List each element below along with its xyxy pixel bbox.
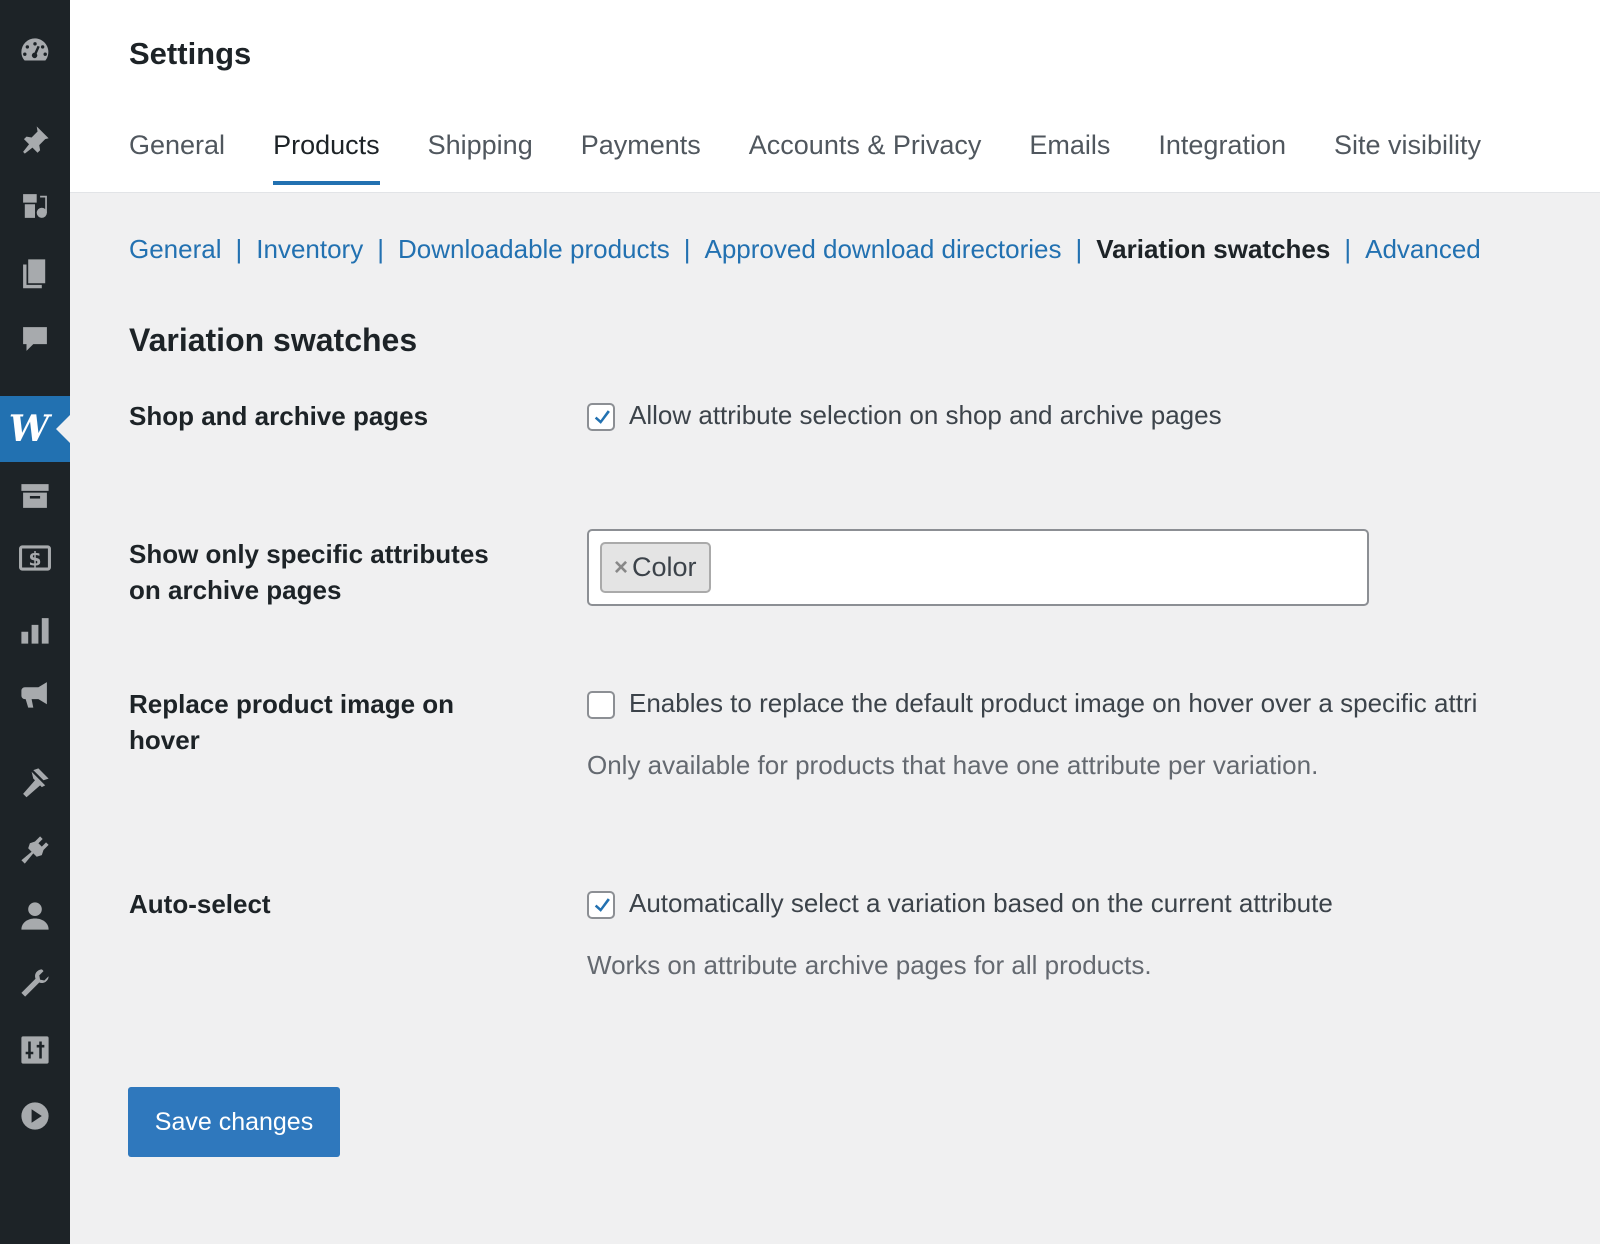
save-changes-button[interactable]: Save changes bbox=[128, 1087, 340, 1157]
auto-select-label: Auto-select bbox=[129, 889, 271, 919]
subnav-separator: | bbox=[1344, 234, 1352, 264]
auto-select-field: Automatically select a variation based o… bbox=[587, 888, 1333, 920]
subnav-advanced[interactable]: Advanced bbox=[1365, 234, 1481, 264]
appearance-icon[interactable] bbox=[0, 752, 70, 812]
svg-text:$: $ bbox=[28, 550, 41, 571]
tools-icon[interactable] bbox=[0, 953, 70, 1013]
replace-image-label: Replace product image on hover bbox=[129, 686, 454, 758]
chip-label: Color bbox=[632, 552, 697, 582]
subnav-general[interactable]: General bbox=[129, 234, 222, 264]
replace-image-label-line2: hover bbox=[129, 725, 200, 755]
tab-general[interactable]: General bbox=[129, 130, 225, 185]
subnav-separator: | bbox=[683, 234, 691, 264]
media-icon[interactable] bbox=[0, 176, 70, 236]
auto-select-checkbox-label: Automatically select a variation based o… bbox=[629, 888, 1333, 918]
replace-image-checkbox-label: Enables to replace the default product i… bbox=[629, 688, 1478, 718]
pages-icon[interactable] bbox=[0, 243, 70, 303]
subnav-approved-download-directories[interactable]: Approved download directories bbox=[704, 234, 1061, 264]
specific-attributes-label-line2: on archive pages bbox=[129, 575, 342, 605]
section-subnav: General | Inventory | Downloadable products |… bbox=[129, 234, 1481, 265]
section-title: Variation swatches bbox=[129, 322, 418, 358]
replace-image-label-line1: Replace product image on bbox=[129, 689, 455, 719]
auto-select-checkbox[interactable] bbox=[587, 891, 615, 920]
tab-site-visibility[interactable]: Site visibility bbox=[1334, 130, 1481, 185]
shop-archive-field: Allow attribute selection on shop and ar… bbox=[587, 400, 1222, 432]
settings-sliders-icon[interactable] bbox=[0, 1020, 70, 1080]
selected-attribute-chip: × Color bbox=[600, 542, 711, 593]
admin-sidebar: W $ bbox=[0, 0, 70, 1244]
tab-products[interactable]: Products bbox=[273, 130, 380, 185]
settings-tabs: General Products Shipping Payments Accou… bbox=[129, 130, 1529, 185]
tab-integration[interactable]: Integration bbox=[1158, 130, 1286, 185]
dashboard-icon[interactable] bbox=[0, 22, 70, 82]
subnav-variation-swatches: Variation swatches bbox=[1096, 234, 1331, 264]
archive-icon[interactable] bbox=[0, 466, 70, 526]
tab-accounts-privacy[interactable]: Accounts & Privacy bbox=[749, 130, 982, 185]
checkmark-icon bbox=[594, 410, 610, 424]
checkmark-icon bbox=[594, 898, 610, 912]
pin-icon[interactable] bbox=[0, 110, 70, 170]
subnav-separator: | bbox=[235, 234, 243, 264]
tab-emails[interactable]: Emails bbox=[1029, 130, 1110, 185]
remove-chip-icon[interactable]: × bbox=[614, 554, 628, 582]
tab-payments[interactable]: Payments bbox=[581, 130, 701, 185]
subnav-downloadable-products[interactable]: Downloadable products bbox=[398, 234, 670, 264]
subnav-separator: | bbox=[1075, 234, 1083, 264]
replace-image-description: Only available for products that have on… bbox=[587, 750, 1319, 780]
specific-attributes-label-line1: Show only specific attributes bbox=[129, 539, 489, 569]
woocommerce-icon: W bbox=[8, 408, 50, 450]
replace-image-field: Enables to replace the default product i… bbox=[587, 688, 1478, 720]
marketing-icon[interactable] bbox=[0, 664, 70, 724]
comments-icon[interactable] bbox=[0, 309, 70, 369]
settings-header: Settings General Products Shipping Payme… bbox=[70, 0, 1600, 193]
replace-image-checkbox[interactable] bbox=[587, 691, 615, 720]
shop-archive-label: Shop and archive pages bbox=[129, 401, 429, 431]
subnav-separator: | bbox=[377, 234, 384, 264]
shop-archive-checkbox[interactable] bbox=[587, 403, 615, 432]
auto-select-description: Works on attribute archive pages for all… bbox=[587, 950, 1152, 980]
subnav-inventory[interactable]: Inventory bbox=[256, 234, 363, 264]
users-icon[interactable] bbox=[0, 886, 70, 946]
play-icon[interactable] bbox=[0, 1086, 70, 1146]
plugins-icon[interactable] bbox=[0, 820, 70, 880]
woocommerce-menu-item[interactable]: W bbox=[0, 396, 70, 462]
specific-attributes-label: Show only specific attributes on archive… bbox=[129, 536, 489, 608]
analytics-icon[interactable] bbox=[0, 600, 70, 660]
payments-icon[interactable]: $ bbox=[0, 528, 70, 588]
attributes-select[interactable]: × Color bbox=[587, 529, 1369, 606]
shop-archive-checkbox-label: Allow attribute selection on shop and ar… bbox=[629, 400, 1222, 430]
tab-shipping[interactable]: Shipping bbox=[428, 130, 533, 185]
page-title: Settings bbox=[129, 36, 252, 71]
